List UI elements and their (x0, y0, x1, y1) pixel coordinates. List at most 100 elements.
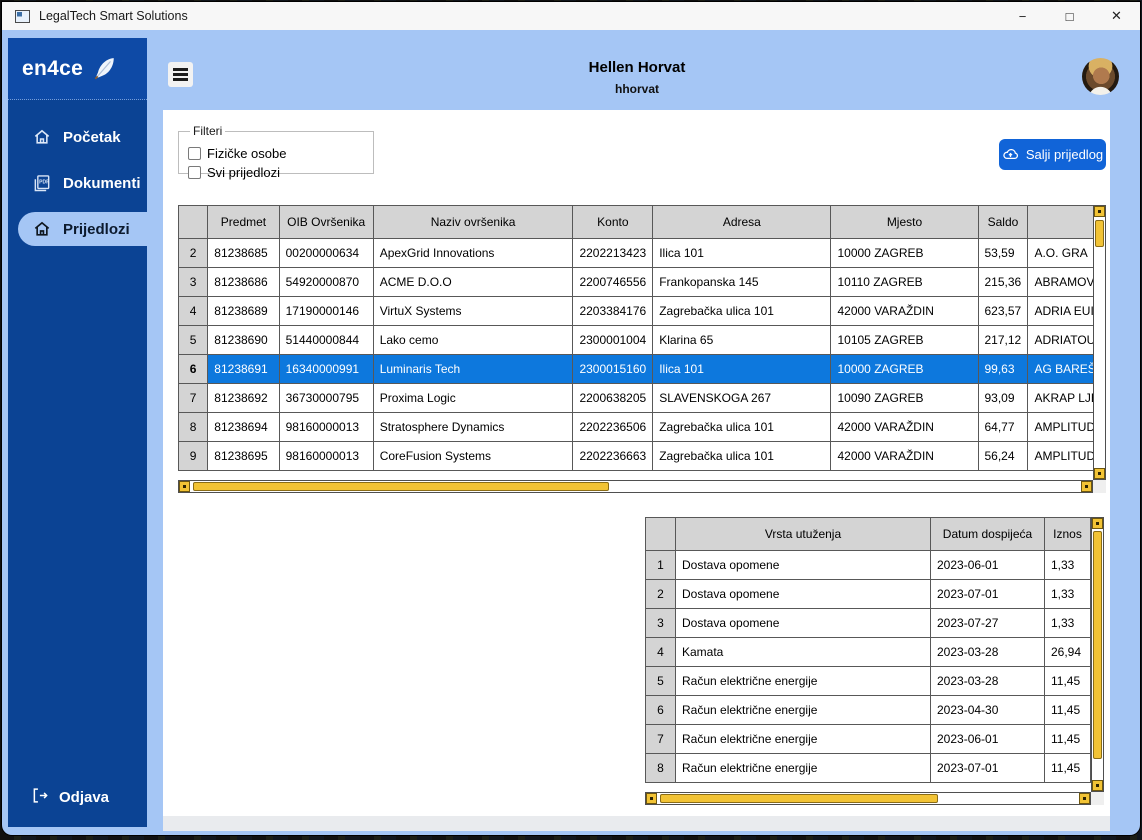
cell[interactable]: 2300015160 (573, 355, 653, 384)
row-header[interactable]: 8 (179, 413, 208, 442)
cell[interactable]: 2023-07-01 (931, 754, 1045, 783)
cell[interactable]: 17190000146 (279, 297, 373, 326)
cell[interactable]: 42000 VARAŽDIN (831, 413, 978, 442)
cell[interactable]: 215,36 (978, 268, 1028, 297)
cell[interactable]: 42000 VARAŽDIN (831, 297, 978, 326)
row-header[interactable]: 4 (646, 638, 676, 667)
row-header[interactable]: 4 (179, 297, 208, 326)
cell[interactable]: 56,24 (978, 442, 1028, 471)
cell[interactable]: 81238686 (208, 268, 279, 297)
scroll-right-button[interactable] (1079, 793, 1090, 804)
vertical-scrollbar-thumb[interactable] (1095, 220, 1104, 247)
cell[interactable]: 2023-04-30 (931, 696, 1045, 725)
cell[interactable]: 2200746556 (573, 268, 653, 297)
cell[interactable]: Ilica 101 (653, 239, 831, 268)
vertical-scrollbar[interactable] (1093, 205, 1106, 480)
hamburger-menu-button[interactable] (168, 62, 193, 87)
row-header[interactable]: 5 (179, 326, 208, 355)
cell[interactable]: 1,33 (1045, 580, 1091, 609)
scroll-down-button[interactable] (1092, 780, 1103, 791)
scroll-up-button[interactable] (1092, 518, 1103, 529)
cell[interactable]: 2202236663 (573, 442, 653, 471)
row-header[interactable]: 6 (646, 696, 676, 725)
row-header[interactable]: 3 (179, 268, 208, 297)
column-header[interactable]: Adresa (653, 206, 831, 239)
column-header[interactable]: Iznos (1045, 518, 1091, 551)
close-button[interactable]: ✕ (1093, 2, 1140, 30)
cell[interactable]: Lako cemo (373, 326, 573, 355)
cell[interactable]: ApexGrid Innovations (373, 239, 573, 268)
column-header[interactable]: Saldo (978, 206, 1028, 239)
cell[interactable]: 10110 ZAGREB (831, 268, 978, 297)
row-header[interactable]: 2 (646, 580, 676, 609)
cell[interactable]: 81238692 (208, 384, 279, 413)
avatar[interactable] (1082, 58, 1119, 95)
cell[interactable]: Račun električne energije (676, 725, 931, 754)
minimize-button[interactable]: − (999, 2, 1046, 30)
cell[interactable]: 81238689 (208, 297, 279, 326)
cell[interactable]: 217,12 (978, 326, 1028, 355)
checkbox-fizicke-osobe[interactable]: Fizičke osobe (188, 146, 286, 161)
cell[interactable]: Luminaris Tech (373, 355, 573, 384)
horizontal-scrollbar[interactable] (645, 792, 1091, 805)
checkbox-svi-prijedlozi[interactable]: Svi prijedlozi (188, 165, 280, 180)
cell[interactable]: Proxima Logic (373, 384, 573, 413)
cell[interactable]: 2202213423 (573, 239, 653, 268)
cell[interactable]: 36730000795 (279, 384, 373, 413)
row-header[interactable]: 3 (646, 609, 676, 638)
vertical-scrollbar-thumb[interactable] (1093, 531, 1102, 759)
scroll-left-button[interactable] (646, 793, 657, 804)
cell[interactable]: 26,94 (1045, 638, 1091, 667)
cell[interactable]: 2023-07-01 (931, 580, 1045, 609)
cell[interactable]: Ilica 101 (653, 355, 831, 384)
cell[interactable]: Klarina 65 (653, 326, 831, 355)
cell[interactable]: Zagrebačka ulica 101 (653, 442, 831, 471)
cell[interactable]: SLAVENSKOGA 267 (653, 384, 831, 413)
cell[interactable]: Račun električne energije (676, 667, 931, 696)
cell[interactable]: 2203384176 (573, 297, 653, 326)
column-header[interactable]: Konto (573, 206, 653, 239)
sidebar-item-pocetak[interactable]: Početak (18, 120, 147, 154)
horizontal-scrollbar[interactable] (178, 480, 1093, 493)
cell[interactable]: 10000 ZAGREB (831, 355, 978, 384)
cell[interactable]: 16340000991 (279, 355, 373, 384)
cell[interactable]: 53,59 (978, 239, 1028, 268)
cell[interactable]: 10105 ZAGREB (831, 326, 978, 355)
cell[interactable]: 81238685 (208, 239, 279, 268)
cell[interactable]: 2300001004 (573, 326, 653, 355)
cell[interactable]: 81238690 (208, 326, 279, 355)
cell[interactable]: 93,09 (978, 384, 1028, 413)
cell[interactable]: 54920000870 (279, 268, 373, 297)
cell[interactable]: Dostava opomene (676, 580, 931, 609)
cell[interactable]: 00200000634 (279, 239, 373, 268)
column-header[interactable] (646, 518, 676, 551)
cell[interactable]: 1,33 (1045, 551, 1091, 580)
cell[interactable]: Dostava opomene (676, 609, 931, 638)
cell[interactable]: 99,63 (978, 355, 1028, 384)
row-header[interactable]: 2 (179, 239, 208, 268)
cell[interactable]: CoreFusion Systems (373, 442, 573, 471)
cell[interactable]: Zagrebačka ulica 101 (653, 413, 831, 442)
cell[interactable]: Frankopanska 145 (653, 268, 831, 297)
sidebar-item-dokumenti[interactable]: PDF Dokumenti (18, 166, 147, 200)
cell[interactable]: 11,45 (1045, 754, 1091, 783)
cell[interactable]: 2023-07-27 (931, 609, 1045, 638)
row-header[interactable]: 8 (646, 754, 676, 783)
column-header[interactable] (179, 206, 208, 239)
cell[interactable]: 81238694 (208, 413, 279, 442)
cell[interactable]: 98160000013 (279, 413, 373, 442)
cell[interactable]: Dostava opomene (676, 551, 931, 580)
row-header[interactable]: 6 (179, 355, 208, 384)
cell[interactable]: ACME D.O.O (373, 268, 573, 297)
scroll-down-button[interactable] (1094, 468, 1105, 479)
cell[interactable]: 10090 ZAGREB (831, 384, 978, 413)
row-header[interactable]: 7 (646, 725, 676, 754)
cell[interactable]: 51440000844 (279, 326, 373, 355)
cell[interactable]: Stratosphere Dynamics (373, 413, 573, 442)
cell[interactable]: 42000 VARAŽDIN (831, 442, 978, 471)
cell[interactable]: 623,57 (978, 297, 1028, 326)
cell[interactable]: 11,45 (1045, 667, 1091, 696)
cell[interactable]: VirtuX Systems (373, 297, 573, 326)
cell[interactable]: 81238691 (208, 355, 279, 384)
column-header[interactable]: Predmet (208, 206, 279, 239)
